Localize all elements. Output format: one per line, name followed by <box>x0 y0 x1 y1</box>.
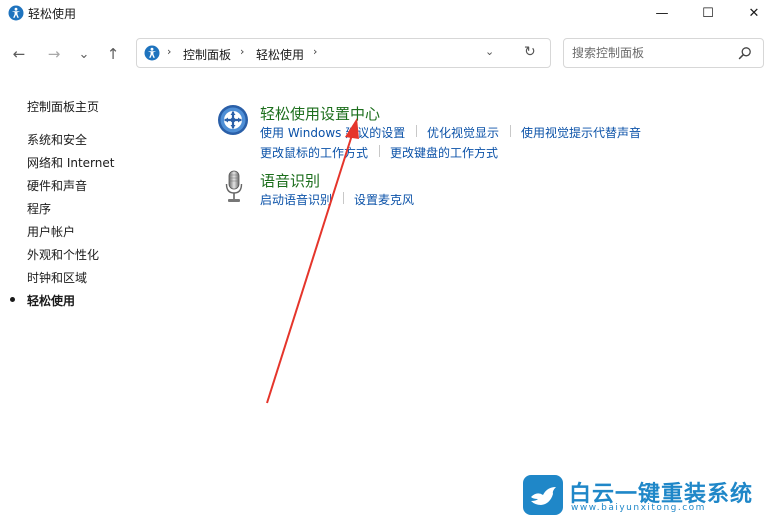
minimize-icon: — <box>655 5 669 21</box>
link-separator <box>510 125 511 137</box>
link-start-speech-recognition[interactable]: 启动语音识别 <box>260 191 332 208</box>
up-button[interactable]: ↑ <box>101 44 125 64</box>
refresh-icon[interactable]: ↻ <box>524 44 536 60</box>
link-separator <box>379 145 380 157</box>
ease-of-access-app-icon <box>8 5 24 21</box>
link-set-up-microphone[interactable]: 设置麦克风 <box>354 191 414 208</box>
link-separator <box>416 125 417 137</box>
watermark-url: www.baiyunxitong.com <box>571 503 706 513</box>
maximize-icon: ☐ <box>702 5 714 21</box>
breadcrumb-control-panel[interactable]: 控制面板 <box>183 46 231 63</box>
sidebar-item-ease-of-access: 轻松使用 <box>27 294 76 308</box>
breadcrumb-ease-of-access[interactable]: 轻松使用 <box>256 46 304 63</box>
title-bar: 轻松使用 — ☐ ✕ <box>0 0 777 26</box>
minimize-button[interactable]: — <box>639 0 685 26</box>
sidebar-item-clock-region[interactable]: 时钟和区域 <box>27 269 87 286</box>
search-input[interactable] <box>572 45 732 61</box>
link-change-mouse[interactable]: 更改鼠标的工作方式 <box>260 144 368 161</box>
chevron-down-icon: ⌄ <box>78 46 90 62</box>
search-box[interactable] <box>563 38 764 68</box>
navigation-bar: ← → ⌄ ↑ › 控制面板 › 轻松使用 › ⌄ ↻ <box>0 26 777 82</box>
recent-locations-button[interactable]: ⌄ <box>72 44 96 64</box>
sidebar-item-user-accounts[interactable]: 用户帐户 <box>27 223 75 240</box>
sidebar-item-appearance[interactable]: 外观和个性化 <box>27 246 99 263</box>
back-button[interactable]: ← <box>7 44 31 64</box>
ease-of-access-center-icon[interactable] <box>217 104 249 136</box>
microphone-icon[interactable] <box>224 170 244 204</box>
sidebar-item-network-internet[interactable]: 网络和 Internet <box>27 154 114 171</box>
speech-recognition-title[interactable]: 语音识别 <box>260 170 320 191</box>
link-separator <box>343 192 344 204</box>
close-button[interactable]: ✕ <box>731 0 777 26</box>
search-icon[interactable] <box>738 46 752 60</box>
watermark-logo-icon <box>523 475 563 515</box>
back-arrow-icon: ← <box>12 45 26 63</box>
link-recommended-settings[interactable]: 使用 Windows 建议的设置 <box>260 124 405 141</box>
current-item-bullet-icon <box>10 297 15 302</box>
sidebar-item-control-panel-home[interactable]: 控制面板主页 <box>27 98 99 115</box>
breadcrumb-chevron-icon[interactable]: › <box>167 45 171 58</box>
ease-of-access-icon <box>144 45 160 61</box>
sidebar-item-hardware-sound[interactable]: 硬件和声音 <box>27 177 87 194</box>
link-visual-cues-for-sounds[interactable]: 使用视觉提示代替声音 <box>521 124 641 141</box>
address-bar[interactable]: › 控制面板 › 轻松使用 › ⌄ ↻ <box>136 38 551 68</box>
up-arrow-icon: ↑ <box>106 45 120 63</box>
address-dropdown-icon[interactable]: ⌄ <box>485 45 494 58</box>
maximize-button[interactable]: ☐ <box>685 0 731 26</box>
forward-arrow-icon: → <box>47 45 61 63</box>
link-change-keyboard[interactable]: 更改键盘的工作方式 <box>390 144 498 161</box>
sidebar-item-programs[interactable]: 程序 <box>27 200 51 217</box>
window-title: 轻松使用 <box>28 7 77 21</box>
ease-of-access-center-title[interactable]: 轻松使用设置中心 <box>260 103 380 124</box>
breadcrumb-chevron-icon[interactable]: › <box>313 45 317 58</box>
link-optimize-visual-display[interactable]: 优化视觉显示 <box>427 124 499 141</box>
breadcrumb-chevron-icon[interactable]: › <box>240 45 244 58</box>
sidebar-item-system-security[interactable]: 系统和安全 <box>27 131 87 148</box>
forward-button[interactable]: → <box>42 44 66 64</box>
close-icon: ✕ <box>748 5 760 21</box>
